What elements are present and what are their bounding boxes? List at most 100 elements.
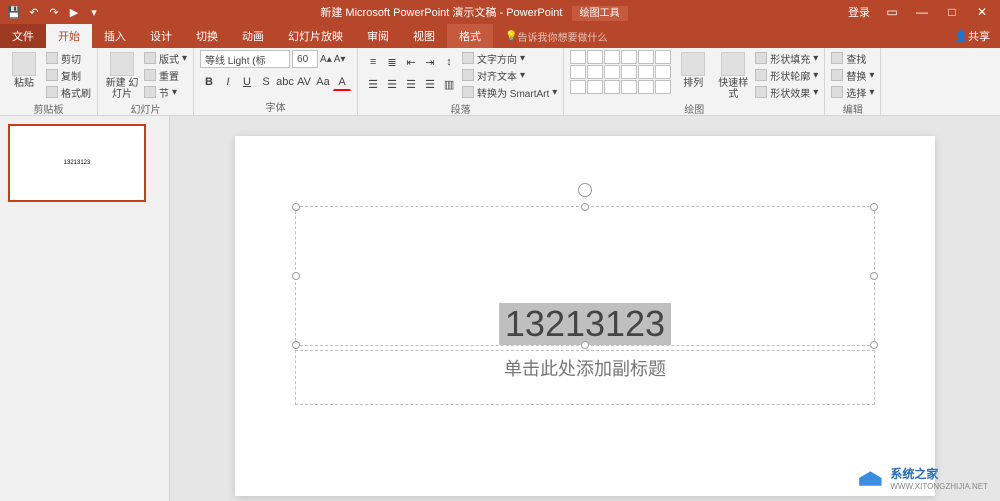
line-spacing-button[interactable]: ↕ — [440, 53, 458, 71]
increase-indent-button[interactable]: ⇥ — [421, 53, 439, 71]
tab-home[interactable]: 开始 — [46, 24, 92, 48]
tell-me-search[interactable]: 💡 告诉我你想要做什么 — [493, 24, 607, 48]
shadow-button[interactable]: abc — [276, 73, 294, 91]
columns-button[interactable]: ▥ — [440, 75, 458, 93]
underline-button[interactable]: U — [238, 73, 256, 91]
close-icon[interactable]: ✕ — [968, 2, 996, 22]
increase-font-icon[interactable]: A▴ — [320, 54, 332, 65]
replace-button[interactable]: 替换▾ — [831, 67, 874, 83]
shape-effects-button[interactable]: 形状效果▾ — [755, 84, 818, 100]
decrease-indent-button[interactable]: ⇤ — [402, 53, 420, 71]
start-from-beginning-icon[interactable]: ▶ — [66, 4, 82, 20]
subtitle-textbox[interactable]: 单击此处添加副标题 — [295, 350, 875, 405]
text-direction-button[interactable]: 文字方向▾ — [462, 50, 557, 66]
redo-icon[interactable]: ↷ — [46, 4, 62, 20]
subtitle-placeholder[interactable]: 单击此处添加副标题 — [504, 351, 666, 381]
tab-review[interactable]: 审阅 — [355, 24, 401, 48]
format-painter-button[interactable]: 格式刷 — [46, 84, 91, 100]
resize-handle[interactable] — [292, 272, 300, 280]
tab-file[interactable]: 文件 — [0, 24, 46, 48]
resize-handle[interactable] — [581, 203, 589, 211]
shapes-gallery[interactable] — [570, 50, 671, 94]
title-textbox[interactable]: 13213123 — [295, 206, 875, 346]
strikethrough-button[interactable]: S — [257, 73, 275, 91]
watermark-title: 系统之家 — [890, 467, 938, 481]
slide-canvas[interactable]: 13213123 单击此处添加副标题 — [235, 136, 935, 496]
align-right-button[interactable]: ☰ — [402, 75, 420, 93]
select-button[interactable]: 选择▾ — [831, 84, 874, 100]
tab-animations[interactable]: 动画 — [230, 24, 276, 48]
section-button[interactable]: 节▾ — [144, 84, 187, 100]
layout-icon — [144, 52, 156, 64]
text-direction-icon — [462, 52, 474, 64]
titlebar: 💾 ↶ ↷ ▶ ▾ 新建 Microsoft PowerPoint 演示文稿 -… — [0, 0, 1000, 24]
resize-handle[interactable] — [292, 341, 300, 349]
new-slide-button[interactable]: 新建 幻灯片 — [104, 50, 140, 100]
find-button[interactable]: 查找 — [831, 50, 874, 66]
copy-icon — [46, 69, 58, 81]
shape-fill-button[interactable]: 形状填充▾ — [755, 50, 818, 66]
align-left-button[interactable]: ☰ — [364, 75, 382, 93]
layout-button[interactable]: 版式▾ — [144, 50, 187, 66]
share-button[interactable]: 👤 共享 — [944, 24, 1000, 48]
group-editing: 查找 替换▾ 选择▾ 编辑 — [825, 48, 881, 115]
resize-handle[interactable] — [870, 203, 878, 211]
decrease-font-icon[interactable]: A▾ — [334, 54, 346, 65]
numbering-button[interactable]: ≣ — [383, 53, 401, 71]
align-text-button[interactable]: 对齐文本▾ — [462, 67, 557, 83]
slide-editor-area[interactable]: 13213123 单击此处添加副标题 — [170, 116, 1000, 501]
undo-icon[interactable]: ↶ — [26, 4, 42, 20]
tab-slideshow[interactable]: 幻灯片放映 — [276, 24, 355, 48]
font-size-combo[interactable]: 60 — [292, 50, 318, 68]
change-case-button[interactable]: Aa — [314, 73, 332, 91]
group-label-drawing: 绘图 — [570, 100, 818, 116]
copy-button[interactable]: 复制 — [46, 67, 91, 83]
bold-button[interactable]: B — [200, 73, 218, 91]
group-label-editing: 编辑 — [831, 100, 874, 116]
shape-outline-icon — [755, 69, 767, 81]
shape-fill-icon — [755, 52, 767, 64]
bullets-button[interactable]: ≡ — [364, 53, 382, 71]
font-color-button[interactable]: A — [333, 73, 351, 91]
resize-handle[interactable] — [870, 341, 878, 349]
italic-button[interactable]: I — [219, 73, 237, 91]
tab-design[interactable]: 设计 — [138, 24, 184, 48]
rotate-handle-icon[interactable] — [578, 183, 592, 197]
replace-icon — [831, 69, 843, 81]
section-icon — [144, 86, 156, 98]
tab-view[interactable]: 视图 — [401, 24, 447, 48]
watermark: 系统之家 WWW.XITONGZHIJIA.NET — [856, 465, 988, 491]
document-title: 新建 Microsoft PowerPoint 演示文稿 - PowerPoin… — [108, 4, 840, 20]
save-icon[interactable]: 💾 — [6, 4, 22, 20]
title-text[interactable]: 13213123 — [499, 303, 671, 345]
char-spacing-button[interactable]: AV — [295, 73, 313, 91]
reset-button[interactable]: 重置 — [144, 67, 187, 83]
paste-button[interactable]: 粘贴 — [6, 50, 42, 89]
qat-dropdown-icon[interactable]: ▾ — [86, 4, 102, 20]
align-center-button[interactable]: ☰ — [383, 75, 401, 93]
maximize-icon[interactable]: □ — [938, 2, 966, 22]
tab-transitions[interactable]: 切换 — [184, 24, 230, 48]
tab-format[interactable]: 格式 — [447, 24, 493, 48]
quick-styles-button[interactable]: 快速样式 — [715, 50, 751, 100]
resize-handle[interactable] — [292, 203, 300, 211]
minimize-icon[interactable]: — — [908, 2, 936, 22]
tab-insert[interactable]: 插入 — [92, 24, 138, 48]
slide-thumbnail-1[interactable]: 13213123 — [8, 124, 146, 202]
shape-outline-button[interactable]: 形状轮廓▾ — [755, 67, 818, 83]
resize-handle[interactable] — [581, 341, 589, 349]
arrange-icon — [681, 52, 705, 76]
watermark-url: WWW.XITONGZHIJIA.NET — [890, 482, 988, 491]
arrange-button[interactable]: 排列 — [675, 50, 711, 89]
cut-button[interactable]: 剪切 — [46, 50, 91, 66]
ribbon-options-icon[interactable]: ▭ — [878, 2, 906, 22]
reset-icon — [144, 69, 156, 81]
resize-handle[interactable] — [870, 272, 878, 280]
font-family-combo[interactable]: 等线 Light (标 — [200, 50, 290, 68]
justify-button[interactable]: ☰ — [421, 75, 439, 93]
smartart-button[interactable]: 转换为 SmartArt▾ — [462, 84, 557, 100]
group-label-font: 字体 — [200, 98, 351, 114]
group-slides: 新建 幻灯片 版式▾ 重置 节▾ 幻灯片 — [98, 48, 194, 115]
login-link[interactable]: 登录 — [840, 4, 878, 20]
smartart-icon — [462, 86, 474, 98]
